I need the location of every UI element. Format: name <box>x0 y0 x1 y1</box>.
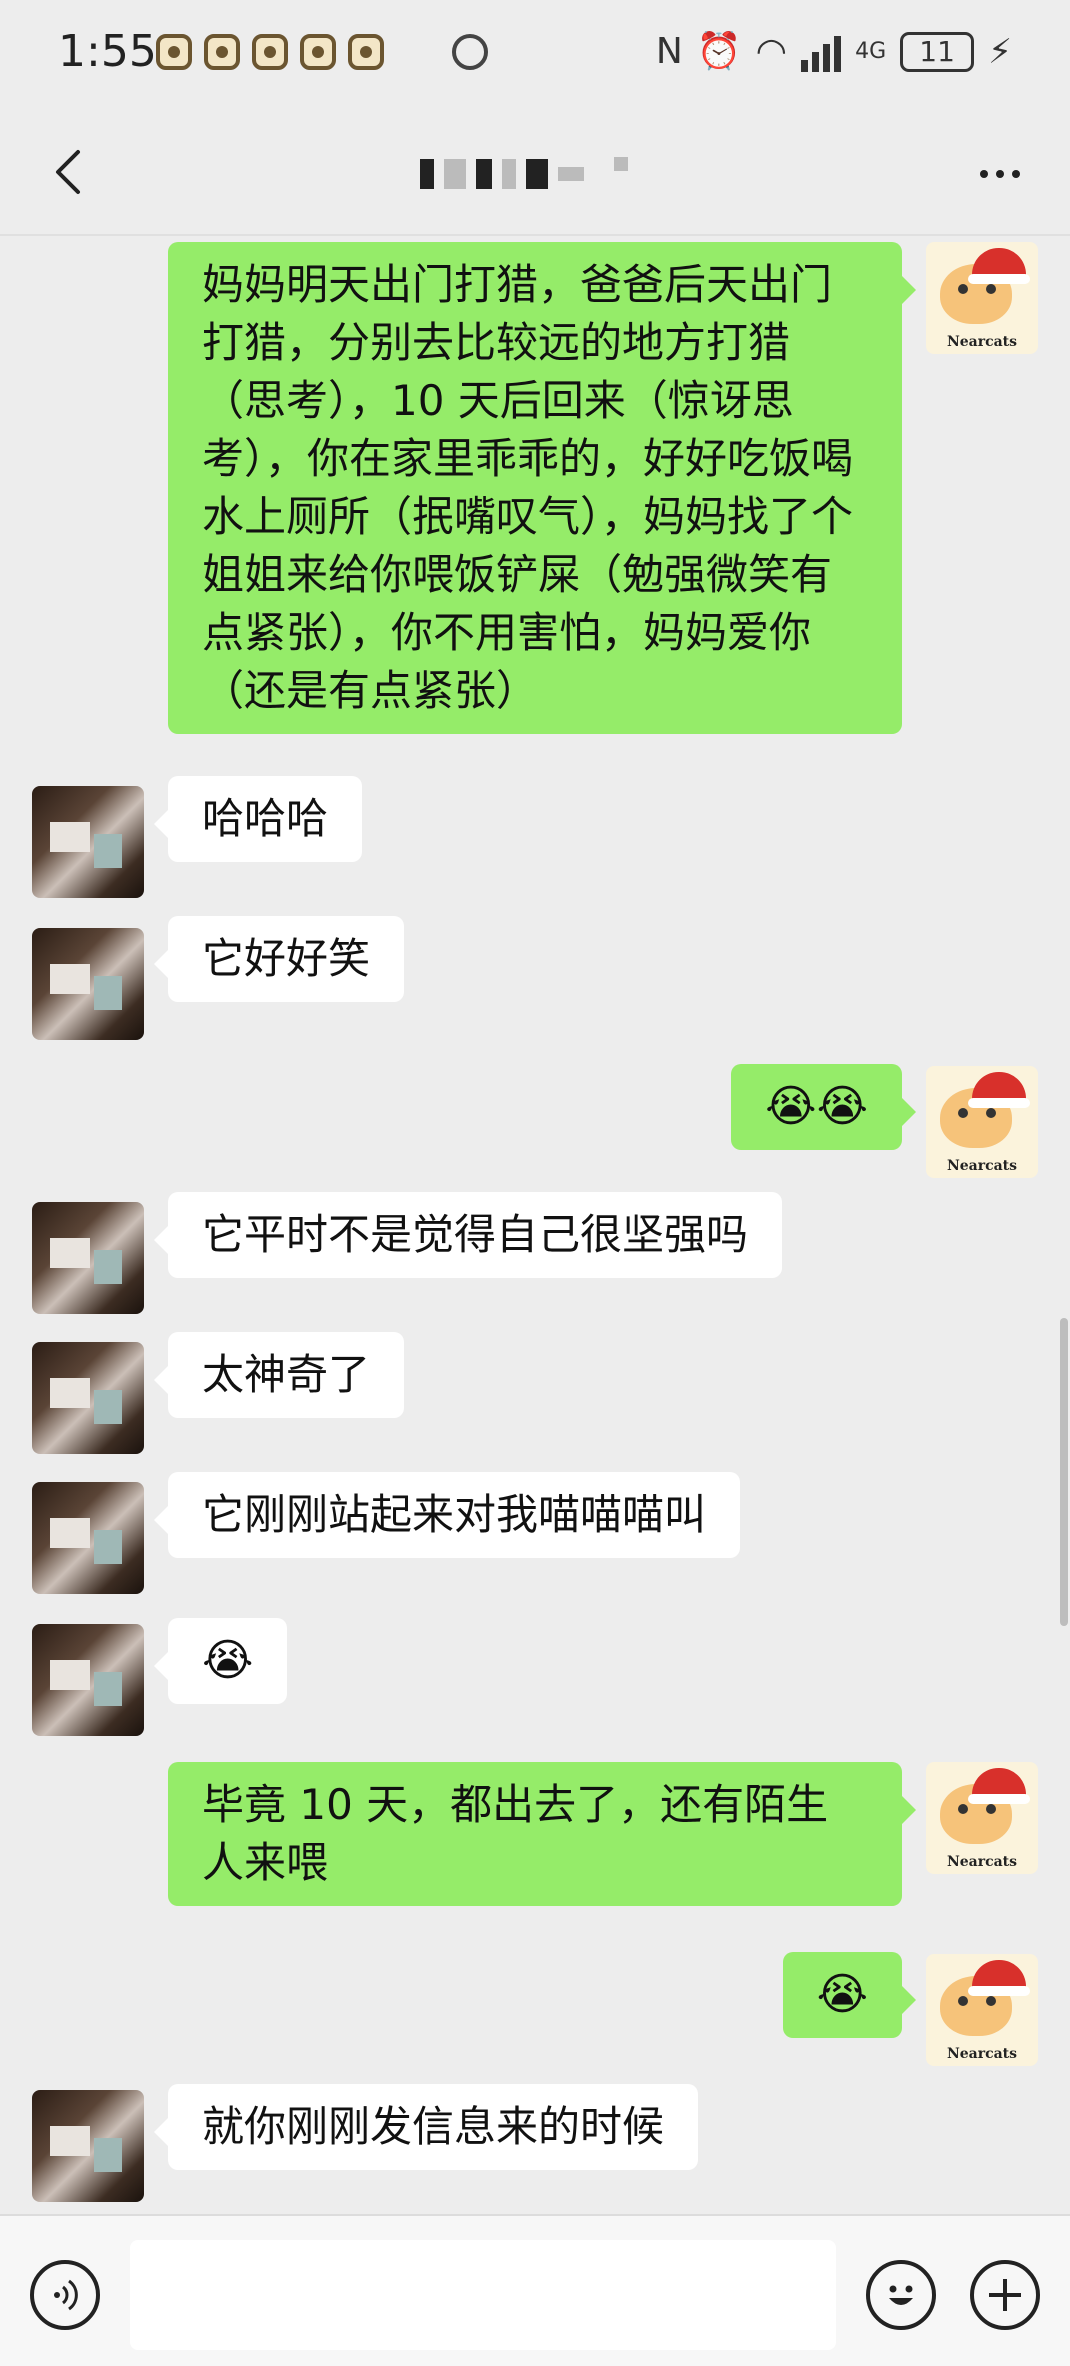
contact-avatar[interactable] <box>32 2090 144 2202</box>
message-list[interactable]: 妈妈明天出门打猎，爸爸后天出门打猎，分别去比较远的地方打猎（思考），10 天后回… <box>0 238 1070 2214</box>
message-bubble[interactable]: 就你刚刚发信息来的时候 <box>153 2084 699 2170</box>
signal-icon <box>801 32 842 72</box>
message-bubble[interactable]: 它好好笑 <box>153 916 405 1002</box>
chat-header <box>0 110 1070 236</box>
notification-icons <box>156 34 384 70</box>
self-avatar[interactable]: Nearcats <box>926 1066 1038 1178</box>
message-bubble[interactable]: 😭 <box>782 1952 917 2038</box>
self-avatar[interactable]: Nearcats <box>926 1954 1038 2066</box>
app-notification-icon <box>300 34 336 70</box>
message-bubble[interactable]: 它平时不是觉得自己很坚强吗 <box>153 1192 783 1278</box>
avatar-label: Nearcats <box>946 334 1018 350</box>
plus-icon[interactable] <box>970 2260 1040 2330</box>
plus-glyph-icon <box>989 2279 1021 2311</box>
more-dots-icon[interactable] <box>970 154 1030 194</box>
app-notification-icon <box>204 34 240 70</box>
system-icons: N ⏰ ◠ 4G 11 ⚡ <box>656 30 1012 74</box>
network-type: 4G <box>855 39 887 64</box>
message-bubble[interactable]: 😭 <box>153 1618 288 1704</box>
contact-avatar[interactable] <box>32 928 144 1040</box>
sync-icon <box>452 34 488 70</box>
self-avatar[interactable]: Nearcats <box>926 242 1038 354</box>
contact-avatar[interactable] <box>32 786 144 898</box>
avatar-label: Nearcats <box>946 2046 1018 2062</box>
santa-hat-icon <box>968 1960 1030 1996</box>
contact-name-redacted <box>420 152 680 196</box>
battery-icon: 11 <box>900 32 975 72</box>
message-bubble[interactable]: 妈妈明天出门打猎，爸爸后天出门打猎，分别去比较远的地方打猎（思考），10 天后回… <box>168 242 916 734</box>
alarm-icon: ⏰ <box>696 31 742 72</box>
self-avatar[interactable]: Nearcats <box>926 1762 1038 1874</box>
app-notification-icon <box>156 34 192 70</box>
status-bar: 1:55 N ⏰ ◠ 4G 11 ⚡ <box>0 0 1070 110</box>
nfc-icon: N <box>655 31 683 72</box>
message-bubble[interactable]: 它刚刚站起来对我喵喵喵叫 <box>153 1472 741 1558</box>
voice-wave-icon <box>54 2279 78 2311</box>
message-bubble[interactable]: 哈哈哈 <box>153 776 363 862</box>
message-bubble[interactable]: 😭😭 <box>731 1064 916 1150</box>
contact-avatar[interactable] <box>32 1482 144 1594</box>
santa-hat-icon <box>968 248 1030 284</box>
avatar-label: Nearcats <box>946 1854 1018 1870</box>
avatar-label: Nearcats <box>946 1158 1018 1174</box>
scrollbar[interactable] <box>1060 1318 1068 1626</box>
input-bar <box>0 2214 1070 2366</box>
message-bubble[interactable]: 太神奇了 <box>153 1332 405 1418</box>
app-notification-icon <box>348 34 384 70</box>
smiley-icon <box>889 2285 913 2305</box>
status-time: 1:55 <box>58 26 157 77</box>
voice-icon[interactable] <box>30 2260 100 2330</box>
message-input[interactable] <box>130 2240 836 2350</box>
emoji-icon[interactable] <box>866 2260 936 2330</box>
contact-avatar[interactable] <box>32 1624 144 1736</box>
santa-hat-icon <box>968 1768 1030 1804</box>
wifi-icon: ◠ <box>755 31 788 72</box>
santa-hat-icon <box>968 1072 1030 1108</box>
contact-avatar[interactable] <box>32 1342 144 1454</box>
contact-avatar[interactable] <box>32 1202 144 1314</box>
chevron-left-icon[interactable] <box>42 142 102 202</box>
app-notification-icon <box>252 34 288 70</box>
charging-icon: ⚡ <box>988 32 1012 72</box>
message-bubble[interactable]: 毕竟 10 天，都出去了，还有陌生人来喂 <box>168 1762 916 1906</box>
